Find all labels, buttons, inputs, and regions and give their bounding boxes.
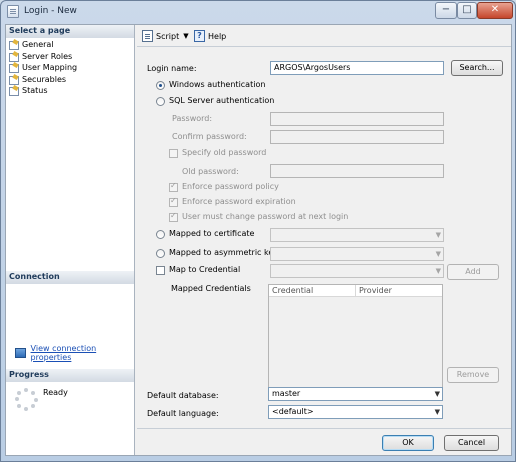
progress-header: Progress	[6, 369, 134, 382]
progress-spinner-icon	[15, 388, 38, 411]
page-item-server-roles[interactable]: Server Roles	[9, 51, 77, 63]
default-language-combo[interactable]: <default> ▼	[268, 405, 443, 419]
minimize-button[interactable]: −	[435, 2, 457, 19]
enforce-policy-label: Enforce password policy	[182, 182, 279, 191]
page-list: General Server Roles User Mapping Secura…	[9, 39, 77, 97]
view-connection-link[interactable]: View connection properties	[31, 344, 134, 362]
enforce-expiration-label: Enforce password expiration	[182, 197, 296, 206]
page-item-status[interactable]: Status	[9, 85, 77, 97]
page-item-label: Securables	[22, 74, 67, 84]
default-language-value: <default>	[272, 407, 314, 416]
default-language-label: Default language:	[147, 409, 219, 418]
mapped-credentials-label: Mapped Credentials	[171, 284, 251, 293]
default-database-combo[interactable]: master ▼	[268, 387, 443, 401]
old-password-field[interactable]	[270, 164, 444, 178]
title-bar[interactable]: Login - New − □ ✕	[1, 1, 515, 23]
password-field[interactable]	[270, 112, 444, 126]
page-item-securables[interactable]: Securables	[9, 74, 77, 86]
page-icon	[9, 40, 19, 51]
password-label: Password:	[172, 114, 213, 123]
mapped-certificate-label: Mapped to certificate	[169, 229, 255, 238]
search-button[interactable]: Search...	[451, 60, 503, 76]
specify-old-password-label: Specify old password	[182, 148, 267, 157]
dialog-client-area: Select a page General Server Roles User …	[5, 24, 512, 456]
cancel-button[interactable]: Cancel	[444, 435, 499, 451]
must-change-password-checkbox[interactable]	[169, 211, 178, 222]
default-database-label: Default database:	[147, 391, 219, 400]
mapped-certificate-radio[interactable]	[156, 230, 165, 239]
login-name-label: Login name:	[147, 64, 197, 73]
page-item-general[interactable]: General	[9, 39, 77, 51]
chevron-down-icon: ▼	[435, 267, 441, 275]
dialog-window: Login - New − □ ✕ Select a page General …	[0, 0, 516, 462]
connection-header: Connection	[6, 271, 134, 284]
add-credential-button[interactable]: Add	[447, 264, 499, 280]
grid-column-provider[interactable]: Provider	[356, 285, 442, 297]
default-database-value: master	[272, 389, 301, 398]
ok-button[interactable]: OK	[382, 435, 434, 451]
page-icon	[9, 52, 19, 62]
chevron-down-icon[interactable]: ▼	[183, 32, 188, 40]
enforce-policy-checkbox[interactable]	[169, 181, 178, 192]
certificate-combo[interactable]: ▼	[270, 228, 444, 242]
close-button[interactable]: ✕	[477, 2, 513, 19]
grid-header: Credential Provider	[269, 285, 442, 297]
script-icon	[142, 30, 153, 42]
mapped-credentials-grid[interactable]: Credential Provider	[268, 284, 443, 388]
remove-credential-button[interactable]: Remove	[447, 367, 499, 383]
must-change-password-label: User must change password at next login	[182, 212, 349, 221]
windows-auth-label: Windows authentication	[169, 80, 266, 89]
progress-status: Ready	[43, 388, 68, 397]
windows-auth-radio[interactable]	[156, 81, 165, 90]
toolbar: Script ▼ ? Help	[137, 25, 511, 47]
page-icon	[9, 75, 19, 85]
page-icon	[9, 86, 19, 97]
page-item-label: Status	[22, 86, 48, 96]
enforce-expiration-checkbox[interactable]	[169, 196, 178, 207]
view-connection-properties[interactable]: View connection properties	[15, 344, 134, 362]
login-name-input[interactable]: ARGOS\ArgosUsers	[270, 61, 444, 75]
document-icon	[7, 5, 19, 18]
page-item-user-mapping[interactable]: User Mapping	[9, 62, 77, 74]
old-password-label: Old password:	[182, 167, 239, 176]
page-item-label: General	[22, 40, 54, 50]
chevron-down-icon: ▼	[435, 231, 441, 239]
mapped-asymmetric-key-radio[interactable]	[156, 249, 165, 258]
confirm-password-label: Confirm password:	[172, 132, 247, 141]
properties-icon	[15, 348, 26, 358]
asymmetric-key-combo[interactable]: ▼	[270, 247, 444, 261]
left-pane: Select a page General Server Roles User …	[6, 25, 135, 455]
chevron-down-icon: ▼	[434, 408, 440, 416]
page-item-label: User Mapping	[22, 63, 78, 73]
map-to-credential-label: Map to Credential	[169, 265, 241, 274]
help-icon: ?	[194, 30, 205, 42]
confirm-password-field[interactable]	[270, 130, 444, 144]
page-item-label: Server Roles	[22, 51, 73, 61]
window-title: Login - New	[24, 6, 77, 16]
credential-combo[interactable]: ▼	[270, 264, 444, 278]
help-label: Help	[208, 31, 227, 41]
specify-old-password-checkbox[interactable]	[169, 149, 178, 158]
script-button[interactable]: Script ▼	[142, 30, 189, 42]
mapped-asymmetric-key-label: Mapped to asymmetric key	[169, 248, 278, 257]
select-page-header: Select a page	[6, 25, 134, 38]
maximize-button[interactable]: □	[457, 2, 477, 19]
chevron-down-icon: ▼	[435, 250, 441, 258]
page-icon	[9, 63, 19, 74]
help-button[interactable]: ? Help	[194, 30, 226, 42]
sql-auth-radio[interactable]	[156, 97, 165, 106]
script-label: Script	[156, 31, 180, 41]
grid-column-credential[interactable]: Credential	[269, 285, 356, 297]
sql-auth-label: SQL Server authentication	[169, 96, 275, 105]
chevron-down-icon: ▼	[434, 390, 440, 398]
map-to-credential-checkbox[interactable]	[156, 266, 165, 275]
